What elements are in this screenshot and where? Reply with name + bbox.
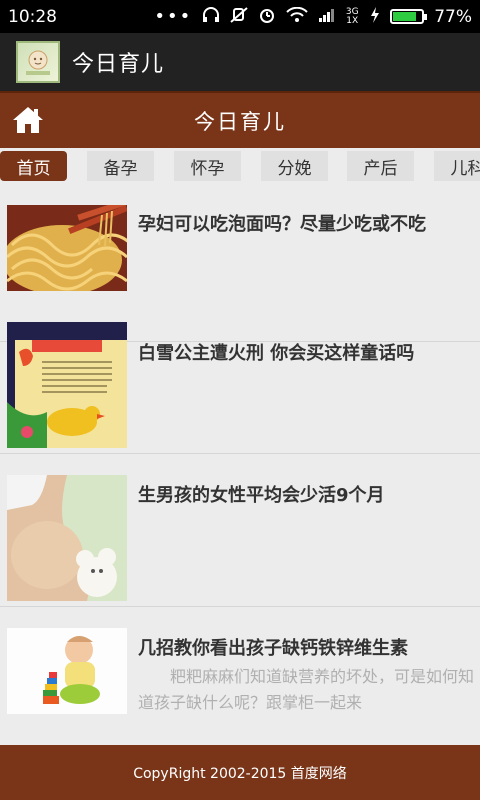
signal-icon: [318, 7, 335, 27]
tab-childbirth[interactable]: 分娩: [261, 151, 328, 181]
battery-fill: [393, 12, 417, 21]
mute-icon: [230, 6, 248, 27]
tab-pediatrics[interactable]: 儿科: [434, 151, 480, 181]
article-thumbnail-noodles: [7, 205, 127, 291]
page-title: 今日育儿: [194, 109, 286, 134]
article-item[interactable]: 白雪公主遭火刑 你会买这样童话吗: [0, 302, 480, 454]
article-title[interactable]: 生男孩的女性平均会少活9个月: [138, 481, 385, 507]
article-item[interactable]: 生男孩的女性平均会少活9个月: [0, 455, 480, 607]
article-thumbnail-storybook: [7, 322, 127, 448]
home-icon[interactable]: [11, 105, 45, 135]
article-list: 孕妇可以吃泡面吗？尽量少吃或不吃 白雪公主遭火刑 你会买这样童话吗 生男孩的女性…: [0, 190, 480, 745]
article-thumbnail-pregnant-woman: [7, 475, 127, 601]
tab-home[interactable]: 首页: [0, 151, 67, 181]
page-header: 今日育儿: [0, 91, 480, 148]
article-description: 粑粑麻麻们知道缺营养的坏处，可是如何知道孩子缺什么呢？跟掌柜一起来: [138, 667, 475, 712]
footer: CopyRight 2002-2015 首度网络: [0, 745, 480, 800]
status-icons: ••• 3G 1X 77%: [154, 5, 472, 27]
article-item[interactable]: 几招教你看出孩子缺钙铁锌维生素 粑粑麻麻们知道缺营养的坏处，可是如何知道孩子缺什…: [0, 606, 480, 745]
notification-dots-icon: •••: [154, 5, 193, 27]
status-time: 10:28: [8, 6, 57, 27]
app-title: 今日育儿: [72, 52, 165, 77]
app-logo[interactable]: [16, 41, 60, 83]
charging-icon: [370, 6, 380, 27]
battery-icon: [390, 9, 428, 24]
status-bar: 10:28 ••• 3G 1X 77%: [0, 0, 480, 33]
article-title[interactable]: 几招教你看出孩子缺钙铁锌维生素: [138, 634, 408, 660]
article-thumbnail-baby: [7, 628, 127, 714]
copyright-text: CopyRight 2002-2015 首度网络: [133, 765, 347, 782]
app-bar: 今日育儿: [0, 33, 480, 91]
article-title[interactable]: 白雪公主遭火刑 你会买这样童话吗: [138, 339, 414, 365]
wifi-icon: [286, 6, 308, 27]
battery-percent: 77%: [434, 6, 472, 27]
tab-pregnancy[interactable]: 怀孕: [174, 151, 241, 181]
tab-postpartum[interactable]: 产后: [347, 151, 414, 181]
tab-preconception[interactable]: 备孕: [87, 151, 154, 181]
alarm-icon: [258, 7, 276, 27]
network-type: 3G 1X: [345, 6, 359, 26]
article-title[interactable]: 孕妇可以吃泡面吗？尽量少吃或不吃: [138, 210, 426, 236]
headset-icon: [202, 6, 220, 27]
category-tabs: 首页 备孕 怀孕 分娩 产后 儿科: [0, 148, 480, 190]
